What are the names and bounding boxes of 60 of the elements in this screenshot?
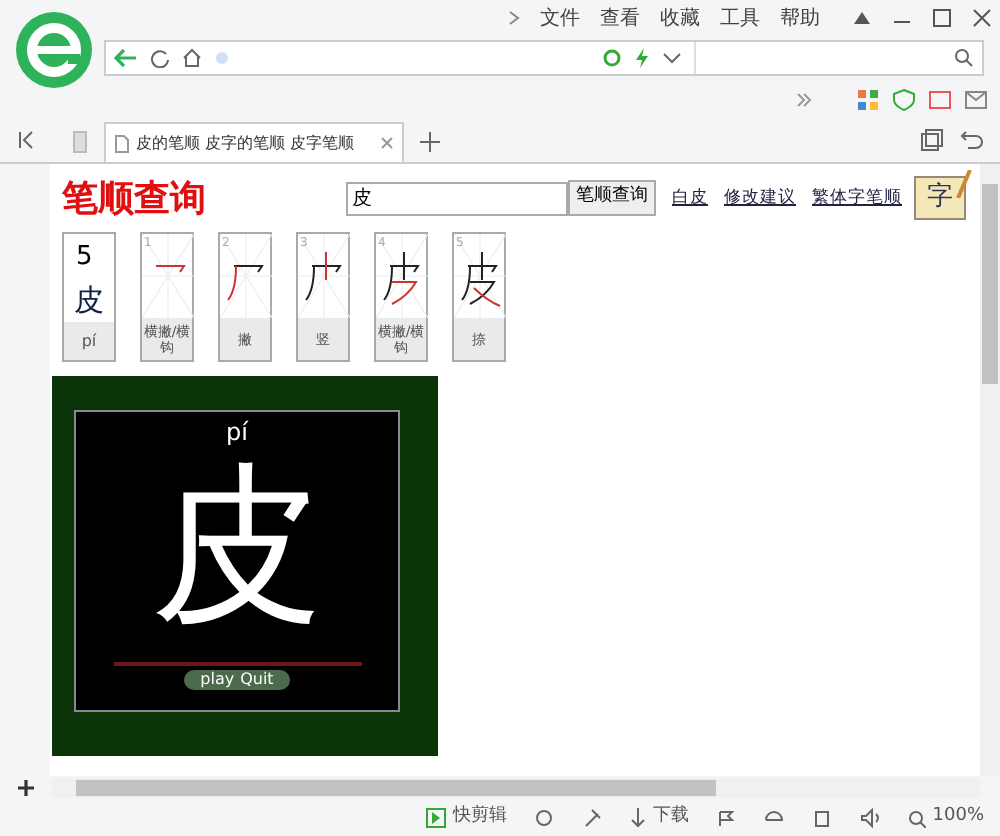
control-button[interactable]: Quit bbox=[240, 670, 274, 690]
zoom-icon[interactable] bbox=[908, 809, 927, 827]
windows-icon[interactable] bbox=[920, 128, 944, 152]
status-label[interactable]: 快剪辑 bbox=[452, 804, 507, 832]
back-icon[interactable] bbox=[114, 48, 138, 68]
scrollbar-thumb[interactable] bbox=[76, 780, 716, 796]
status-label[interactable]: 下载 bbox=[652, 804, 689, 832]
stroke-drawing bbox=[220, 234, 272, 318]
tab-title: 皮的笔顺 皮字的笔顺 皮字笔顺 bbox=[136, 131, 357, 155]
pinyin-label: pí bbox=[64, 322, 114, 360]
zoom-level[interactable]: 100% bbox=[932, 804, 984, 832]
stroke-count: 5 bbox=[76, 240, 93, 276]
browser-logo bbox=[12, 8, 96, 92]
control-button[interactable]: play bbox=[200, 670, 235, 690]
character: 皮 bbox=[151, 446, 323, 646]
link[interactable]: 白皮 bbox=[672, 185, 708, 211]
stroke-drawing bbox=[142, 234, 194, 318]
stroke-drawing bbox=[376, 234, 428, 318]
mail-icon[interactable] bbox=[964, 88, 988, 112]
dropdown-icon[interactable] bbox=[662, 50, 682, 66]
link[interactable]: 修改建议 bbox=[724, 185, 796, 211]
pencil-icon bbox=[956, 170, 972, 198]
menu-item[interactable]: 帮助 bbox=[780, 3, 820, 33]
undo-icon[interactable] bbox=[960, 128, 984, 152]
new-tab-icon[interactable] bbox=[420, 132, 440, 152]
page-icon bbox=[114, 133, 130, 153]
stroke-drawing bbox=[298, 234, 350, 318]
menu-item[interactable]: 文件 bbox=[540, 3, 580, 33]
maximize-icon[interactable] bbox=[932, 8, 952, 28]
scrollbar-thumb[interactable] bbox=[982, 184, 998, 384]
more-icon[interactable] bbox=[796, 92, 812, 108]
page-title: 笔顺查询 bbox=[62, 175, 208, 223]
site-icon bbox=[214, 50, 230, 66]
shield-icon[interactable] bbox=[892, 88, 916, 112]
download-icon[interactable] bbox=[630, 808, 647, 828]
browser-tab[interactable]: 皮的笔顺 皮字的笔顺 皮字笔顺 bbox=[104, 122, 404, 162]
play-icon[interactable] bbox=[426, 808, 447, 828]
stroke-drawing bbox=[454, 234, 506, 318]
search-button[interactable]: 笔顺查询 bbox=[568, 180, 656, 216]
menu-item[interactable]: 查看 bbox=[600, 3, 640, 33]
close-icon[interactable] bbox=[972, 8, 992, 28]
search-field[interactable]: 皮 bbox=[346, 181, 568, 215]
menu-item[interactable]: 收藏 bbox=[660, 3, 700, 33]
refresh-icon[interactable] bbox=[150, 48, 170, 68]
logo-character: 字 bbox=[927, 184, 953, 212]
horizontal-scrollbar[interactable] bbox=[52, 778, 980, 798]
apps-icon[interactable] bbox=[856, 88, 880, 112]
search-icon[interactable] bbox=[954, 48, 974, 68]
add-icon[interactable] bbox=[16, 778, 36, 798]
chevron-icon[interactable] bbox=[508, 10, 520, 26]
collapse-icon[interactable] bbox=[16, 130, 36, 150]
vertical-scrollbar[interactable] bbox=[980, 164, 1000, 776]
link[interactable]: 繁体字笔顺 bbox=[812, 185, 902, 211]
menu-item[interactable]: 工具 bbox=[720, 3, 760, 33]
pinyin: pí bbox=[226, 418, 248, 446]
close-icon[interactable] bbox=[380, 136, 394, 150]
lightning-icon[interactable] bbox=[634, 48, 650, 68]
character: 皮 bbox=[74, 279, 104, 321]
home-icon[interactable] bbox=[182, 48, 202, 68]
skin-icon[interactable] bbox=[852, 8, 872, 28]
